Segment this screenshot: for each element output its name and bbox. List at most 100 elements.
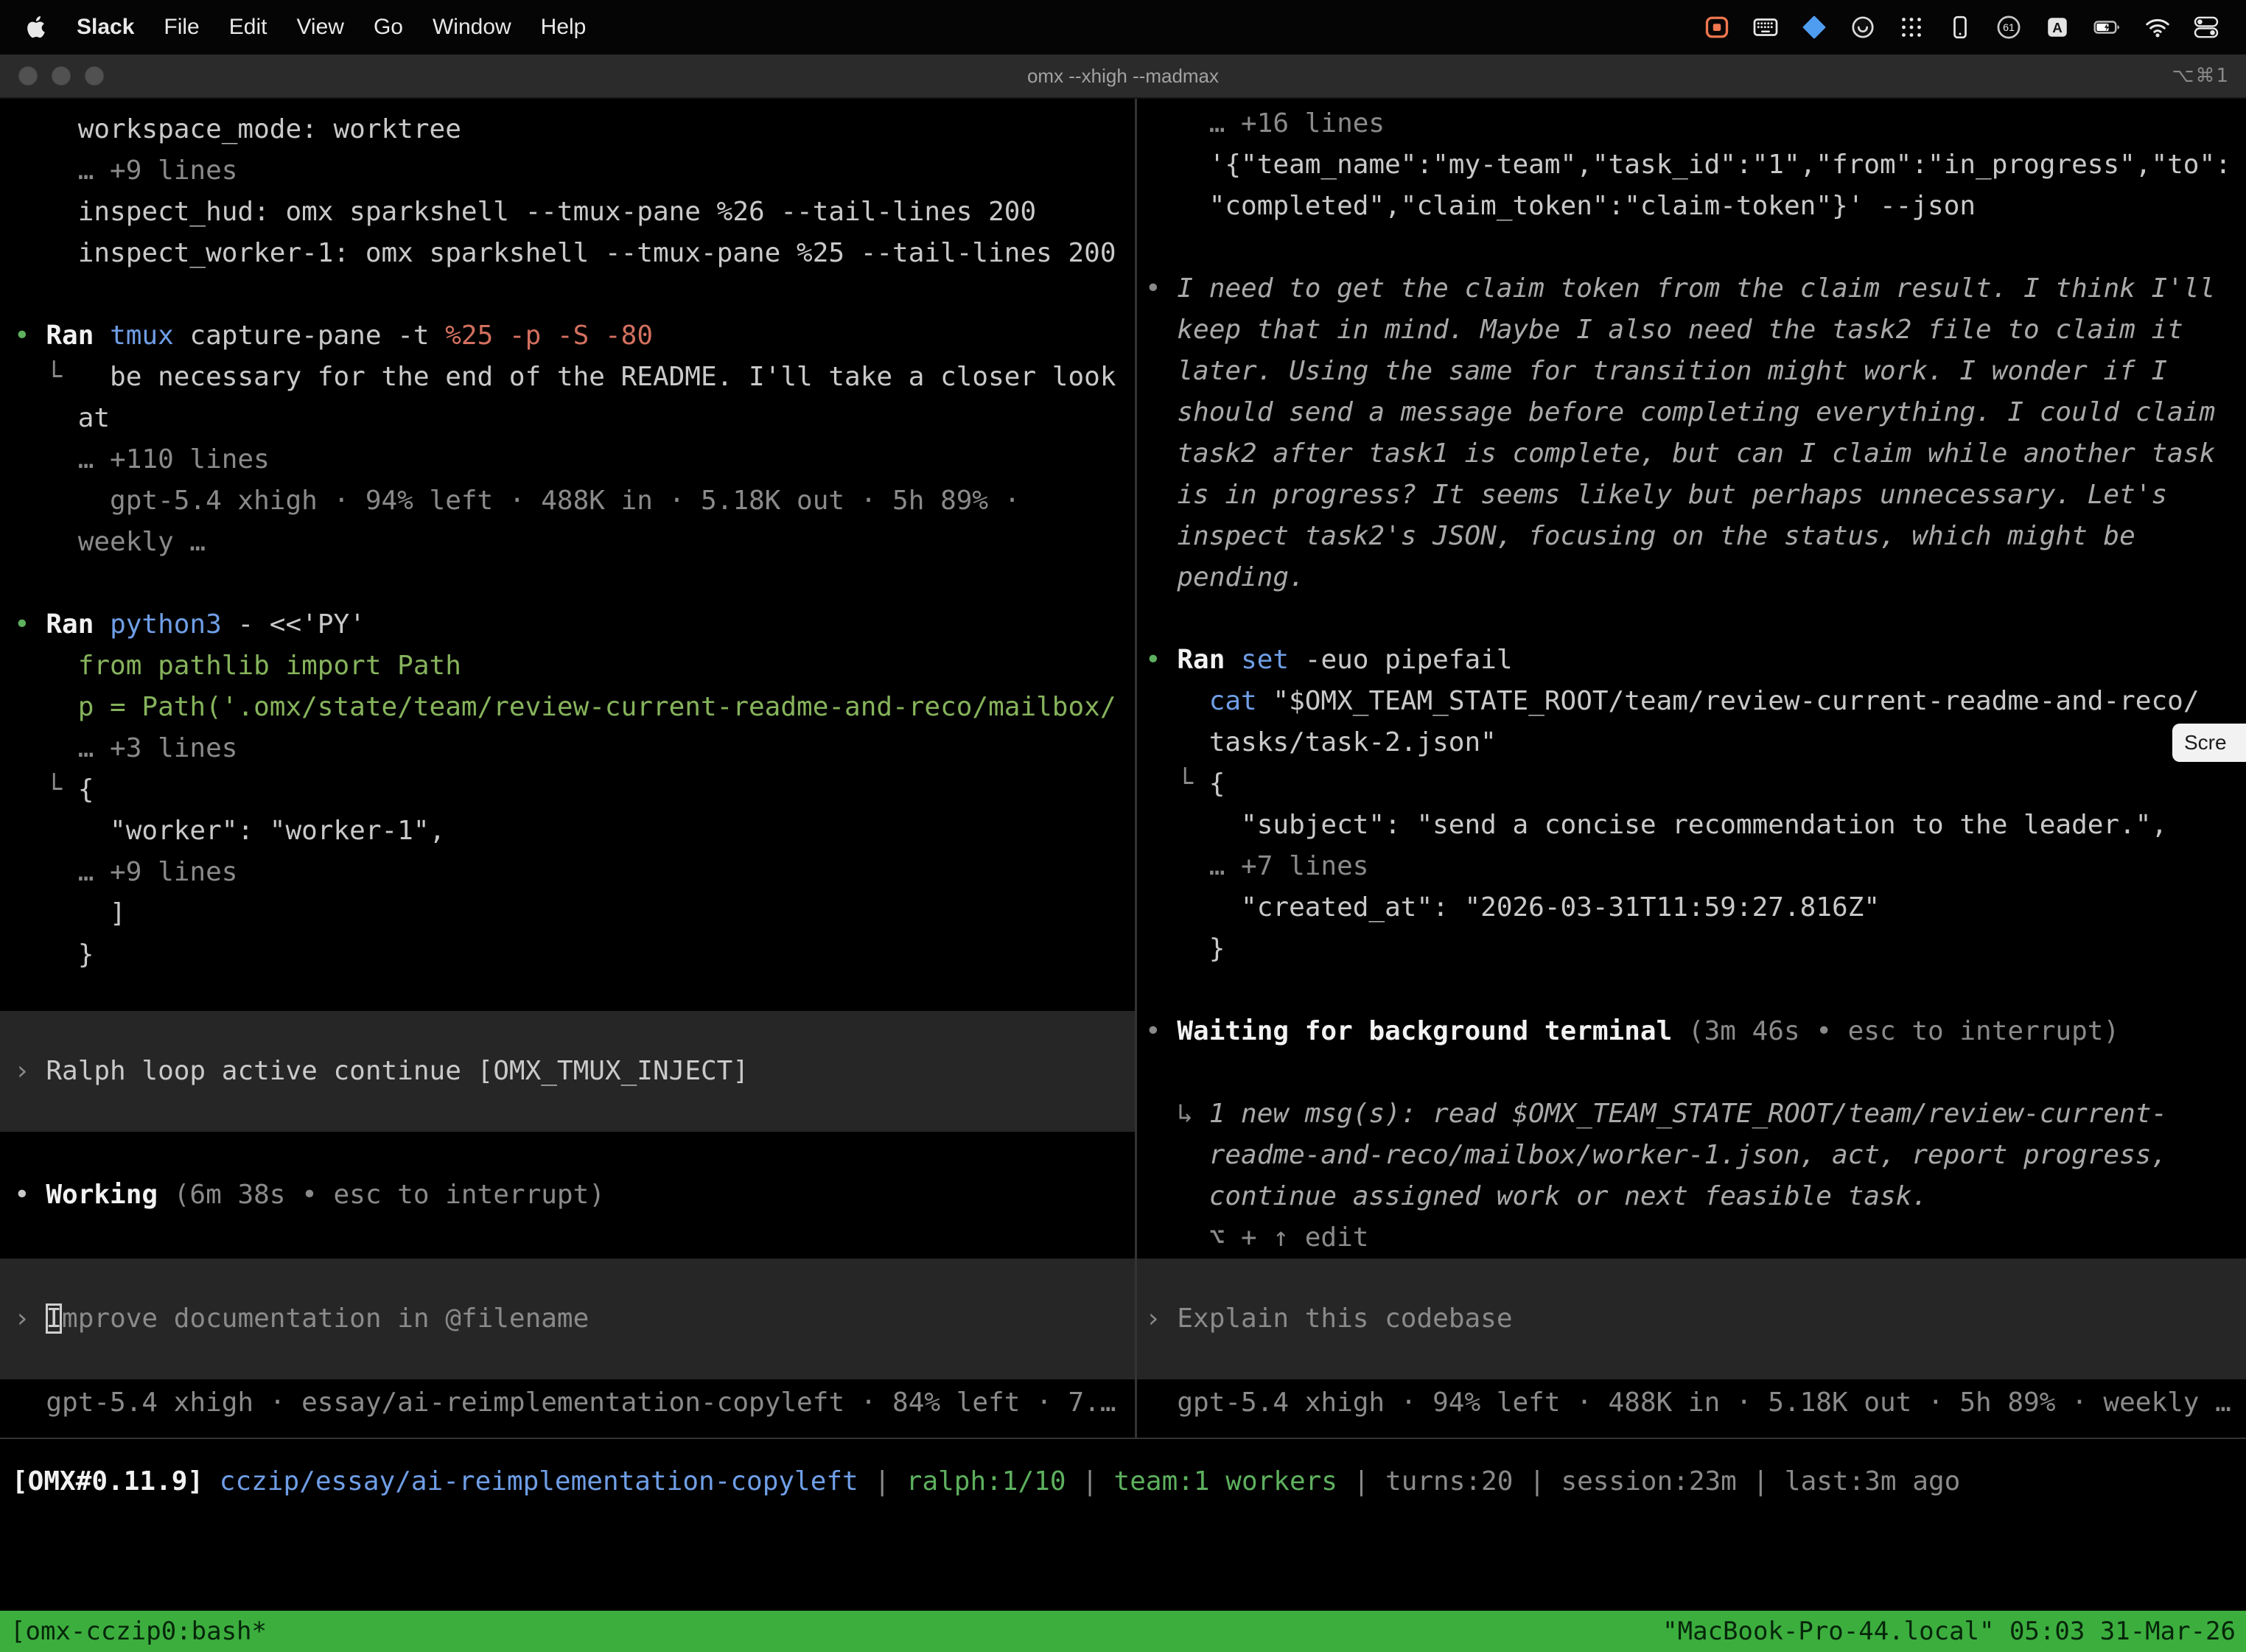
control-center-icon[interactable]	[2193, 14, 2219, 41]
terminal-line: is in progress? It seems likely but perh…	[1137, 475, 2246, 516]
input-source-icon[interactable]: A	[2044, 14, 2071, 41]
text-segment: I	[46, 1303, 62, 1334]
tmux-pane-left[interactable]: workspace_mode: worktree … +9 lines insp…	[0, 99, 1135, 1438]
text-segment: … +3 lines	[14, 733, 237, 763]
apple-menu-icon[interactable]	[19, 16, 62, 38]
menu-view[interactable]: View	[281, 15, 358, 40]
text-segment: readme-and-reco/mailbox/worker-1.json, a…	[1145, 1140, 2167, 1170]
terminal-line: cat "$OMX_TEAM_STATE_ROOT/team/review-cu…	[1137, 681, 2246, 722]
text-segment: team:1 workers	[1114, 1466, 1337, 1497]
text-segment: … +9 lines	[14, 857, 237, 887]
terminal-line: gpt-5.4 xhigh · 94% left · 488K in · 5.1…	[1137, 1382, 2246, 1424]
active-app-name[interactable]: Slack	[62, 15, 149, 40]
text-segment: cczip/essay/ai-reimplementation-copyleft	[220, 1466, 858, 1497]
text-segment: -t	[397, 321, 445, 351]
text-segment: set	[1241, 645, 1305, 675]
apps-grid-icon[interactable]	[1898, 14, 1925, 41]
terminal-line	[1137, 227, 2246, 268]
text-segment: is in progress? It seems likely but perh…	[1145, 480, 2167, 510]
terminal-line: └ {	[1137, 763, 2246, 805]
text-segment: [OMX#0.11.9]	[12, 1466, 203, 1497]
raycast-icon[interactable]	[1801, 14, 1827, 41]
text-segment: at	[14, 403, 110, 433]
terminal-line: inspect_worker-1: omx sparkshell --tmux-…	[0, 233, 1135, 274]
menu-edit[interactable]: Edit	[214, 15, 282, 40]
text-segment: p = Path('.omx/state/team/review-current…	[14, 692, 1116, 722]
screen-capture-tooltip-text: Scre	[2184, 731, 2227, 755]
terminal-line: '{"team_name":"my-team","task_id":"1","f…	[1137, 144, 2246, 186]
text-segment: •	[1145, 645, 1177, 675]
terminal-line: … +9 lines	[0, 852, 1135, 893]
text-segment: continue assigned work or next feasible …	[1145, 1181, 1928, 1211]
terminal-line: workspace_mode: worktree	[0, 109, 1135, 150]
text-segment: workspace_mode: worktree	[14, 114, 461, 144]
text-segment: •	[14, 609, 46, 640]
text-segment: Ran	[46, 609, 110, 640]
terminal-line: readme-and-reco/mailbox/worker-1.json, a…	[1137, 1135, 2246, 1176]
window-title: omx --xhigh --madmax	[0, 65, 2246, 88]
wifi-icon[interactable]	[2144, 14, 2171, 41]
terminal-line: • Ran tmux capture-pane -t %25 -p -S -80	[0, 315, 1135, 357]
screen-capture-tooltip: Scre	[2172, 724, 2246, 762]
text-segment: Ran	[1177, 645, 1241, 675]
text-segment: •	[14, 1180, 46, 1210]
right-scrollback: … +16 lines '{"team_name":"my-team","tas…	[1137, 103, 2246, 1259]
terminal-line: … +16 lines	[1137, 103, 2246, 144]
text-segment: … +9 lines	[14, 155, 237, 186]
menu-help[interactable]: Help	[526, 15, 601, 40]
text-segment: }	[14, 939, 94, 970]
text-segment: be necessary for the end of the README. …	[110, 362, 1116, 392]
prompt-suggestion-right[interactable]: › Explain this codebase	[1137, 1259, 2246, 1379]
text-segment: |	[1513, 1466, 1561, 1497]
working-status: • Working (6m 38s • esc to interrupt)	[0, 1175, 1135, 1216]
tmux-pane-right[interactable]: … +16 lines '{"team_name":"my-team","tas…	[1137, 99, 2246, 1438]
menu-window[interactable]: Window	[418, 15, 526, 40]
tmux-host-and-clock: "MacBook-Pro-44.local" 05:03 31-Mar-26	[1662, 1611, 2236, 1652]
screen-recording-icon[interactable]	[1704, 14, 1730, 41]
terminal-line: pending.	[1137, 557, 2246, 598]
terminal-line: … +3 lines	[0, 728, 1135, 769]
text-segment: (3m 46s • esc to interrupt)	[1688, 1016, 2119, 1046]
text-segment: 1 new msg(s): read $OMX_TEAM_STATE_ROOT/…	[1209, 1099, 2167, 1129]
menu-file[interactable]: File	[149, 15, 214, 40]
text-segment: "completed","claim_token":"claim-token"}…	[1145, 191, 1976, 221]
text-segment: … +16 lines	[1145, 108, 1385, 139]
terminal-line: "worker": "worker-1",	[0, 811, 1135, 852]
text-segment: pending.	[1145, 562, 1305, 592]
keyboard-viewer-icon[interactable]	[1752, 14, 1779, 41]
text-segment: ›	[14, 1056, 46, 1086]
terminal-line	[1137, 970, 2246, 1011]
terminal-content: workspace_mode: worktree … +9 lines insp…	[0, 99, 2246, 1438]
terminal-line: gpt-5.4 xhigh · 94% left · 488K in · 5.1…	[0, 480, 1135, 522]
text-segment: tmux	[110, 321, 189, 351]
terminal-line: task2 after task1 is complete, but can I…	[1137, 433, 2246, 475]
terminal-line: }	[1137, 928, 2246, 970]
text-segment: tasks/task-2.json"	[1145, 727, 1497, 757]
assistant-icon[interactable]	[1850, 14, 1876, 41]
text-segment: %25 -p -S -80	[445, 321, 653, 351]
terminal-line: tasks/task-2.json"	[1137, 722, 2246, 763]
text-segment: task2 after task1 is complete, but can I…	[1145, 438, 2215, 469]
text-segment: capture-pane	[189, 321, 397, 351]
battery-icon[interactable]	[2093, 14, 2122, 41]
terminal-line: └ be necessary for the end of the README…	[0, 357, 1135, 398]
text-segment: ›	[1145, 1303, 1177, 1334]
prompt-input-left[interactable]: › Improve documentation in @filename	[0, 1259, 1135, 1379]
text-segment: … +110 lines	[14, 444, 270, 475]
display-mirroring-icon[interactable]	[1947, 14, 1973, 41]
menu-go[interactable]: Go	[359, 15, 418, 40]
terminal-line: • Waiting for background terminal (3m 46…	[1137, 1011, 2246, 1052]
terminal-line: later. Using the same for transition mig…	[1137, 351, 2246, 392]
text-segment: |	[1066, 1466, 1114, 1497]
text-segment: "subject": "send a concise recommendatio…	[1145, 810, 2167, 840]
svg-text:61: 61	[2003, 22, 2015, 34]
text-segment: later. Using the same for transition mig…	[1145, 356, 2167, 386]
tmux-session-name: [omx-cczip0:bash*	[10, 1611, 267, 1652]
terminal-line	[1137, 1052, 2246, 1093]
battery-badge-icon[interactable]: 61	[1995, 14, 2022, 41]
menu-bar-status-icons: 61 A	[1704, 14, 2227, 41]
text-segment: └	[14, 362, 110, 392]
text-segment: last:3m ago	[1785, 1466, 1960, 1497]
terminal-line: … +110 lines	[0, 439, 1135, 480]
text-segment: weekly …	[14, 527, 206, 557]
